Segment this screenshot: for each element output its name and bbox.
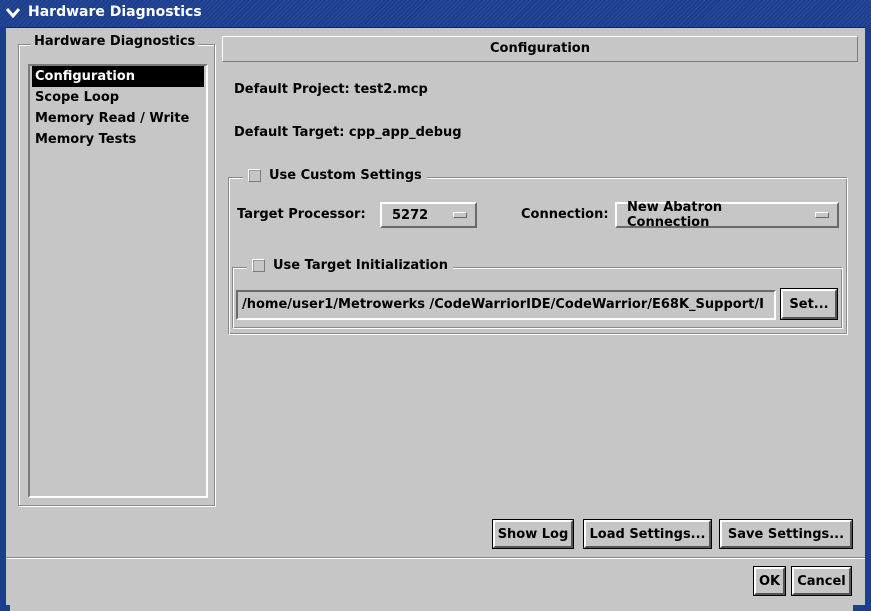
target-processor-label: Target Processor: (237, 207, 366, 222)
option-menu-indicator-icon (453, 212, 467, 218)
use-custom-settings-label: Use Custom Settings (269, 168, 422, 183)
target-init-header: Use Target Initialization (247, 258, 453, 273)
target-processor-value: 5272 (392, 207, 429, 223)
connection-label: Connection: (521, 207, 609, 222)
sidebar-item-scope-loop[interactable]: Scope Loop (30, 87, 206, 108)
custom-settings-header: Use Custom Settings (243, 168, 427, 183)
window-title: Hardware Diagnostics (28, 4, 202, 20)
connection-value: New Abatron Connection (627, 200, 723, 230)
window-border-left (0, 27, 6, 611)
target-processor-select[interactable]: 5272 (380, 202, 477, 228)
save-settings-button[interactable]: Save Settings... (719, 519, 853, 549)
bottom-separator (6, 557, 865, 559)
target-init-path-field[interactable]: /home/user1/Metrowerks /CodeWarriorIDE/C… (236, 290, 776, 320)
window-border-right (865, 27, 871, 611)
sidebar-item-configuration[interactable]: Configuration (32, 66, 204, 87)
default-project-label: Default Project: test2.mcp (234, 82, 428, 97)
option-menu-indicator-icon (815, 212, 829, 218)
sidebar-item-memory-tests[interactable]: Memory Tests (30, 129, 206, 150)
window-border-bottom-left (0, 605, 10, 611)
sidebar-group-label: Hardware Diagnostics (31, 34, 199, 49)
ok-button[interactable]: OK (753, 566, 786, 596)
default-target-label: Default Target: cpp_app_debug (234, 125, 462, 140)
chevron-down-icon[interactable] (4, 4, 22, 22)
load-settings-button[interactable]: Load Settings... (583, 519, 712, 549)
sidebar-item-memory-read-write[interactable]: Memory Read / Write (30, 108, 206, 129)
cancel-button[interactable]: Cancel (791, 566, 852, 596)
use-target-init-checkbox[interactable] (252, 259, 265, 272)
use-custom-settings-checkbox[interactable] (248, 169, 261, 182)
show-log-button[interactable]: Show Log (492, 519, 574, 549)
set-button[interactable]: Set... (780, 288, 838, 320)
title-bar[interactable]: Hardware Diagnostics (0, 0, 871, 28)
sidebar-tree[interactable]: Configuration Scope Loop Memory Read / W… (28, 64, 208, 498)
connection-select[interactable]: New Abatron Connection (615, 200, 839, 230)
use-target-init-label: Use Target Initialization (273, 258, 448, 273)
panel-header: Configuration (222, 36, 858, 62)
window-border-bottom-right (853, 605, 871, 611)
